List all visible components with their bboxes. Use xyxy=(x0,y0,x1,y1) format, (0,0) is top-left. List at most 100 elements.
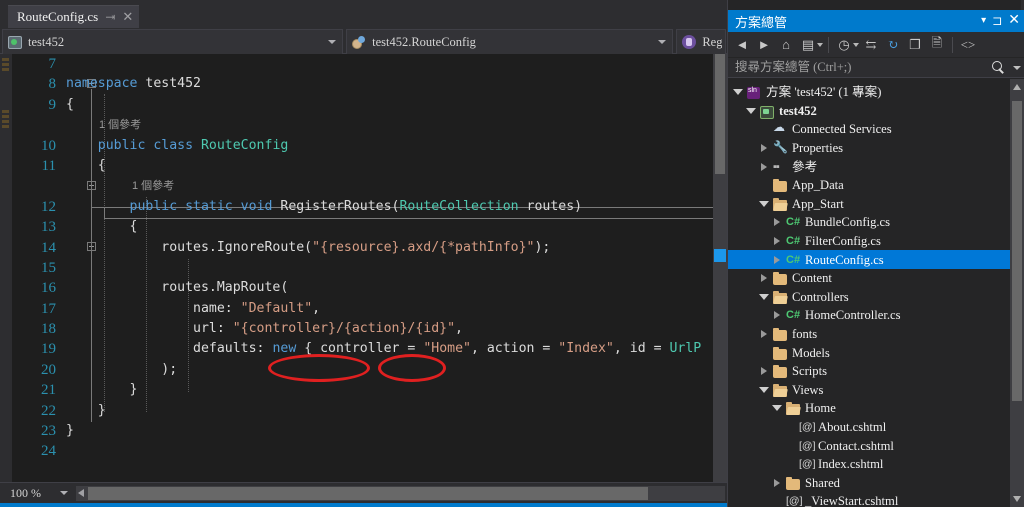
codelens-reference-row[interactable]: 1 個參考 xyxy=(66,176,716,196)
properties-icon[interactable]: 🗎 xyxy=(927,35,947,55)
chevron-down-icon[interactable] xyxy=(658,40,667,44)
solution-explorer-vertical-scrollbar[interactable] xyxy=(1010,79,1024,507)
solution-scroll-thumb[interactable] xyxy=(1012,101,1022,401)
back-icon[interactable]: ◄ xyxy=(732,35,752,55)
expand-triangle-icon[interactable] xyxy=(771,478,782,487)
tree-item[interactable]: App_Start xyxy=(728,195,1011,214)
search-input[interactable] xyxy=(735,60,992,75)
code-token: public static void xyxy=(129,198,281,214)
collapse-triangle-icon[interactable] xyxy=(732,89,743,96)
tree-item[interactable]: ☁ Connected Services xyxy=(728,120,1011,139)
tree-item[interactable]: [@] Index.cshtml xyxy=(728,455,1011,474)
tree-item[interactable]: [@] About.cshtml xyxy=(728,418,1011,437)
tree-item[interactable]: 🔧 Properties xyxy=(728,139,1011,158)
code-line: routes.MapRoute( xyxy=(66,278,716,298)
collapse-triangle-icon[interactable] xyxy=(758,386,769,393)
line-number: 14 xyxy=(41,239,56,256)
tree-item-selected[interactable]: C# RouteConfig.cs xyxy=(728,250,1011,269)
solution-explorer-toolbar: ◄ ► ⌂ ▤ ◷ ⇆ ↻ ❐ 🗎 <> xyxy=(728,32,1024,57)
pin-icon[interactable]: ⇥ xyxy=(105,11,115,23)
code-token: routes) xyxy=(518,198,583,214)
tab-routeconfig-cs[interactable]: RouteConfig.cs ⇥ ✕ xyxy=(8,5,140,28)
editor-horizontal-scrollbar[interactable] xyxy=(76,485,725,501)
collapse-triangle-icon[interactable] xyxy=(758,200,769,207)
tree-item[interactable]: ▪▪ 參考 xyxy=(728,157,1011,176)
horizontal-scroll-thumb[interactable] xyxy=(88,486,648,500)
code-line: public class RouteConfig xyxy=(66,136,716,156)
csharp-file-icon: C# xyxy=(786,216,801,229)
tree-item[interactable]: 方案 'test452' (1 專案) xyxy=(728,83,1011,102)
line-number: 13 xyxy=(41,219,56,236)
expand-triangle-icon[interactable] xyxy=(758,274,769,283)
tree-item[interactable]: C# FilterConfig.cs xyxy=(728,232,1011,251)
track-changes-margin xyxy=(0,54,12,482)
expand-triangle-icon[interactable] xyxy=(758,367,769,376)
zoom-level-dropdown[interactable]: 100 % xyxy=(4,484,72,503)
chevron-down-icon[interactable] xyxy=(60,491,68,495)
tree-item[interactable]: C# HomeController.cs xyxy=(728,306,1011,325)
tree-item[interactable]: App_Data xyxy=(728,176,1011,195)
scroll-up-arrow-icon[interactable] xyxy=(1013,84,1021,90)
scroll-left-arrow-icon[interactable] xyxy=(78,488,84,497)
tree-item[interactable]: Content xyxy=(728,269,1011,288)
tree-item-label: Index.cshtml xyxy=(818,457,884,472)
home-icon[interactable]: ⌂ xyxy=(776,35,796,55)
expand-triangle-icon[interactable] xyxy=(771,237,782,246)
solution-explorer-title-bar[interactable]: 方案總管 ▾ ⊐ ✕ xyxy=(728,10,1024,32)
tree-item-label: HomeController.cs xyxy=(805,308,901,323)
refresh-icon[interactable]: ↻ xyxy=(883,35,903,55)
tree-item-label: Connected Services xyxy=(792,122,892,137)
expand-triangle-icon[interactable] xyxy=(758,330,769,339)
code-line: { xyxy=(66,95,716,115)
project-dropdown[interactable]: test452 xyxy=(2,29,344,55)
tree-item[interactable]: Views xyxy=(728,381,1011,400)
code-text[interactable]: namespace test452 {1 個參考 public class Rou… xyxy=(66,54,716,482)
code-token: namespace xyxy=(66,76,146,92)
glyph-margin[interactable] xyxy=(12,54,20,482)
editor-scroll-thumb[interactable] xyxy=(715,54,725,174)
expand-triangle-icon[interactable] xyxy=(771,218,782,227)
tree-item[interactable]: Shared xyxy=(728,473,1011,492)
tree-item[interactable]: test452 xyxy=(728,102,1011,121)
chevron-down-icon[interactable] xyxy=(328,40,337,44)
tree-item[interactable]: Controllers xyxy=(728,288,1011,307)
code-editor[interactable]: 7 8 9 10 11 12 13 14 15 16 17 18 19 20 21 22 23 24 namesp… xyxy=(0,54,727,482)
editor-vertical-scrollbar[interactable] xyxy=(713,54,727,482)
solution-explorer-search[interactable] xyxy=(728,58,1024,78)
codelens-reference-row[interactable]: 1 個參考 xyxy=(66,115,716,135)
chevron-down-icon[interactable] xyxy=(1013,65,1021,70)
search-icon[interactable] xyxy=(992,61,1005,74)
type-dropdown[interactable]: test452.RouteConfig xyxy=(346,29,674,55)
close-icon[interactable]: ✕ xyxy=(122,10,133,23)
collapse-expand-icon[interactable]: ⇆ xyxy=(861,35,881,55)
solution-tree[interactable]: 方案 'test452' (1 專案) test452 ☁ Connected Ser… xyxy=(728,79,1011,507)
member-dropdown[interactable]: Regis xyxy=(676,29,726,55)
collapse-triangle-icon[interactable] xyxy=(758,293,769,300)
collapse-triangle-icon[interactable] xyxy=(771,405,782,412)
expand-triangle-icon[interactable] xyxy=(771,255,782,264)
pending-changes-filter-icon[interactable]: ◷ xyxy=(834,35,854,55)
code-token: new xyxy=(272,341,297,357)
tree-item[interactable]: fonts xyxy=(728,325,1011,344)
tree-item[interactable]: Models xyxy=(728,343,1011,362)
view-code-icon[interactable]: <> xyxy=(958,35,978,55)
sync-with-active-document-icon[interactable]: ▤ xyxy=(798,35,818,55)
code-token: public class xyxy=(97,137,201,153)
tree-item[interactable]: [@] _ViewStart.cshtml xyxy=(728,492,1011,507)
wrench-icon: 🔧 xyxy=(773,140,788,155)
close-icon[interactable]: ✕ xyxy=(1008,14,1020,28)
tree-item[interactable]: Scripts xyxy=(728,362,1011,381)
tree-item[interactable]: [@] Contact.cshtml xyxy=(728,436,1011,455)
dock-icon[interactable]: ⊐ xyxy=(992,15,1002,27)
collapse-triangle-icon[interactable] xyxy=(745,107,756,114)
expand-triangle-icon[interactable] xyxy=(758,144,769,153)
tree-item[interactable]: C# BundleConfig.cs xyxy=(728,213,1011,232)
expand-triangle-icon[interactable] xyxy=(771,311,782,320)
show-all-files-icon[interactable]: ❐ xyxy=(905,35,925,55)
scroll-down-arrow-icon[interactable] xyxy=(1013,496,1021,502)
forward-icon[interactable]: ► xyxy=(754,35,774,55)
chevron-down-icon[interactable]: ▾ xyxy=(981,15,986,27)
expand-triangle-icon[interactable] xyxy=(758,162,769,171)
tree-item[interactable]: Home xyxy=(728,399,1011,418)
